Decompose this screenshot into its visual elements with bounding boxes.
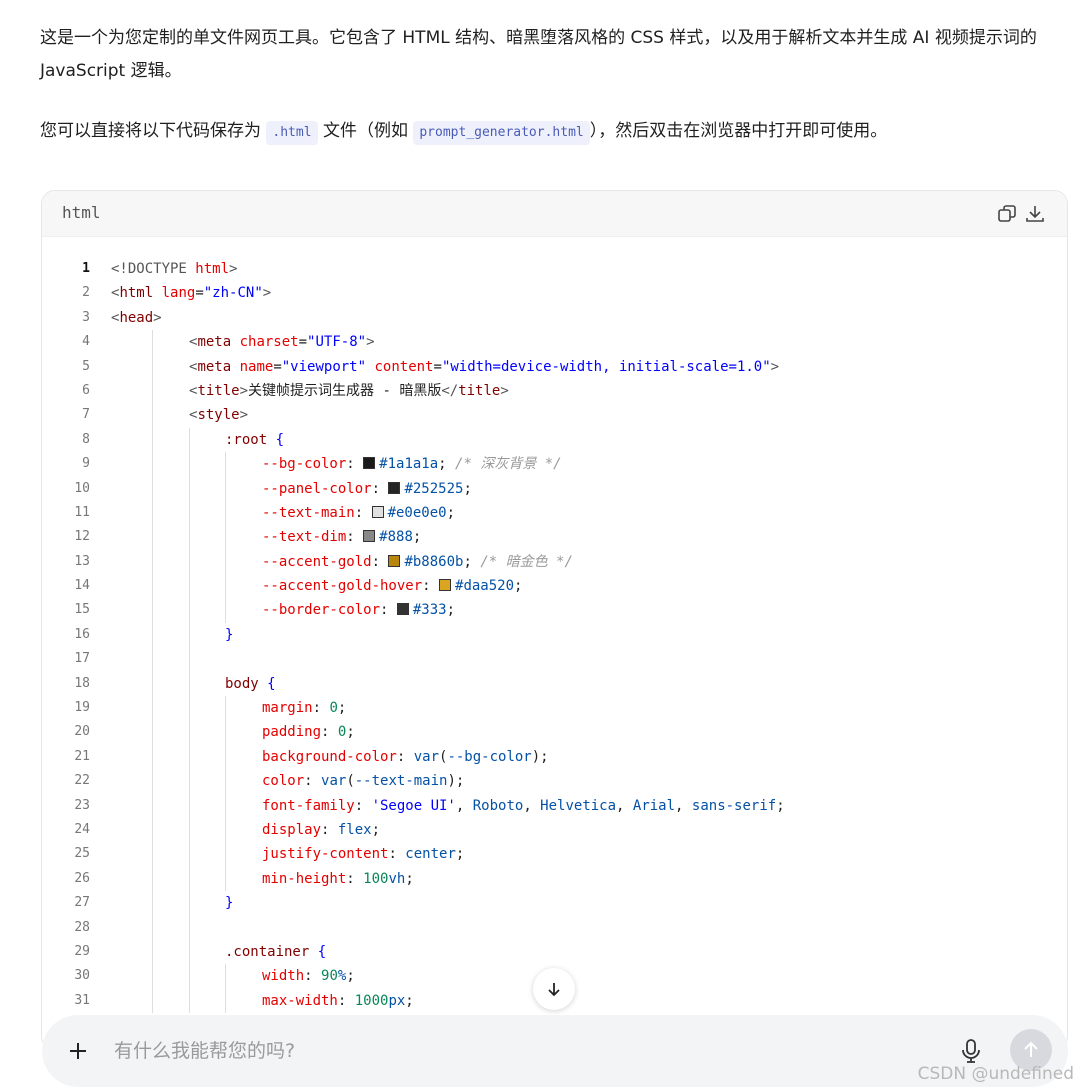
line-number: 31 bbox=[74, 992, 90, 1008]
watermark: CSDN @undefined bbox=[917, 1064, 1074, 1084]
arrow-down-icon bbox=[548, 983, 560, 997]
code-block-header: html bbox=[42, 191, 1067, 237]
color-value: #e0e0e0 bbox=[387, 504, 447, 521]
line-number: 9 bbox=[82, 456, 90, 472]
intro-text-after: ），然后双击在浏览器中打开即可使用。 bbox=[589, 121, 888, 141]
code-line: 28 bbox=[42, 915, 1067, 940]
code-line: 11 --text-main: #e0e0e0; bbox=[42, 500, 1067, 526]
code-block: html 1 <!DOCTYPE html> 2 <html lang="zh-CN… bbox=[41, 190, 1068, 1050]
inline-code-ext: .html bbox=[266, 121, 318, 145]
line-number: 2 bbox=[82, 285, 90, 301]
arrow-up-icon bbox=[1024, 1041, 1038, 1057]
code-line: 6 <title>关键帧提示词生成器 - 暗黑版</title> bbox=[42, 378, 1067, 404]
color-value: #b8860b bbox=[404, 553, 464, 570]
download-icon[interactable] bbox=[1023, 202, 1047, 226]
line-number: 17 bbox=[74, 651, 90, 667]
line-number: 22 bbox=[74, 773, 90, 789]
code-line: 19 margin: 0; bbox=[42, 696, 1067, 721]
code-line: 22 color: var(--text-main); bbox=[42, 769, 1067, 794]
line-number: 7 bbox=[82, 407, 90, 423]
line-number: 25 bbox=[74, 846, 90, 862]
line-number: 14 bbox=[74, 578, 90, 594]
line-number: 30 bbox=[74, 968, 90, 984]
code-line: 5 <meta name="viewport" content="width=de… bbox=[42, 354, 1067, 379]
code-line: 2 <html lang="zh-CN"> bbox=[42, 281, 1067, 305]
code-line: 16} bbox=[42, 622, 1067, 648]
line-number: 10 bbox=[74, 480, 90, 496]
code-line: 21 background-color: var(--bg-color); bbox=[42, 744, 1067, 770]
line-number: 12 bbox=[74, 529, 90, 545]
code-line: 7 <style> bbox=[42, 403, 1067, 428]
microphone-icon[interactable] bbox=[956, 1035, 986, 1067]
code-line: 27} bbox=[42, 891, 1067, 916]
code-line: 18 body { bbox=[42, 671, 1067, 697]
code-line: 8:root { bbox=[42, 427, 1067, 453]
code-line: 3 <head> bbox=[42, 306, 1067, 330]
color-value: #252525 bbox=[404, 480, 464, 497]
line-number: 27 bbox=[74, 895, 90, 911]
line-number: 11 bbox=[74, 504, 90, 520]
color-swatch bbox=[371, 505, 384, 518]
code-line: 9 --bg-color: #1a1a1a; /* 深灰背景 */ bbox=[42, 452, 1067, 477]
line-number: 20 bbox=[74, 724, 90, 740]
line-number: 24 bbox=[74, 821, 90, 837]
line-number: 29 bbox=[74, 943, 90, 959]
code-language-label: html bbox=[62, 203, 101, 222]
line-number: 3 bbox=[82, 309, 90, 325]
code-line: 17 bbox=[42, 647, 1067, 672]
line-number: 4 bbox=[82, 334, 90, 350]
inline-code-filename: prompt_generator.html bbox=[413, 121, 590, 145]
intro-paragraph-2: 您可以直接将以下代码保存为 .html 文件（例如 prompt_generat… bbox=[40, 115, 1070, 148]
line-number: 15 bbox=[74, 602, 90, 618]
color-swatch bbox=[363, 530, 376, 543]
code-line: 24 display: flex; bbox=[42, 817, 1067, 843]
line-number: 18 bbox=[74, 675, 90, 691]
color-swatch bbox=[388, 554, 401, 567]
line-number: 23 bbox=[74, 797, 90, 813]
code-lines: 1 <!DOCTYPE html> 2 <html lang="zh-CN"> 3 <… bbox=[42, 257, 1067, 1014]
copy-icon[interactable] bbox=[995, 202, 1019, 226]
line-number: 26 bbox=[74, 870, 90, 886]
code-line: 23 font-family: 'Segoe UI', Roboto, Helve… bbox=[42, 793, 1067, 818]
code-line: 10 --panel-color: #252525; bbox=[42, 476, 1067, 501]
plus-icon[interactable] bbox=[62, 1035, 94, 1067]
line-number: 6 bbox=[82, 382, 90, 398]
code-line: 1 <!DOCTYPE html> bbox=[42, 257, 1067, 281]
color-swatch bbox=[388, 481, 401, 494]
line-number: 21 bbox=[74, 748, 90, 764]
color-value: #1a1a1a bbox=[379, 456, 439, 473]
code-line: 20 padding: 0; bbox=[42, 720, 1067, 745]
line-number: 8 bbox=[82, 431, 90, 447]
intro-paragraph-1: 这是一个为您定制的单文件网页工具。它包含了 HTML 结构、暗黑堕落风格的 CS… bbox=[40, 28, 1037, 81]
intro-text-before: 您可以直接将以下代码保存为 bbox=[40, 121, 267, 141]
code-line: 13 --accent-gold: #b8860b; /* 暗金色 */ bbox=[42, 549, 1067, 575]
code-line: 14 --accent-gold-hover: #daa520; bbox=[42, 574, 1067, 599]
code-line: 4 <meta charset="UTF-8"> bbox=[42, 330, 1067, 355]
chat-input-bar bbox=[42, 1015, 1068, 1087]
line-number: 28 bbox=[74, 919, 90, 935]
color-value: #333 bbox=[412, 602, 447, 619]
scroll-down-button[interactable] bbox=[533, 968, 575, 1010]
code-line: 26 min-height: 100vh; bbox=[42, 866, 1067, 892]
line-number: 5 bbox=[82, 358, 90, 374]
code-line: 15 --border-color: #333; bbox=[42, 598, 1067, 623]
code-line: 25 justify-content: center; bbox=[42, 842, 1067, 867]
intro-text-mid: 文件（例如 bbox=[317, 121, 414, 141]
color-swatch bbox=[396, 603, 409, 616]
line-number: 13 bbox=[74, 553, 90, 569]
code-line: 12 --text-dim: #888; bbox=[42, 525, 1067, 550]
line-number: 16 bbox=[74, 626, 90, 642]
code-line: 29 .container { bbox=[42, 939, 1067, 965]
line-number: 19 bbox=[74, 700, 90, 716]
line-number: 1 bbox=[82, 261, 90, 276]
chat-input[interactable] bbox=[112, 1035, 912, 1067]
color-value: #daa520 bbox=[455, 578, 515, 595]
color-swatch bbox=[439, 579, 452, 592]
color-swatch bbox=[363, 457, 376, 470]
color-value: #888 bbox=[379, 529, 413, 546]
